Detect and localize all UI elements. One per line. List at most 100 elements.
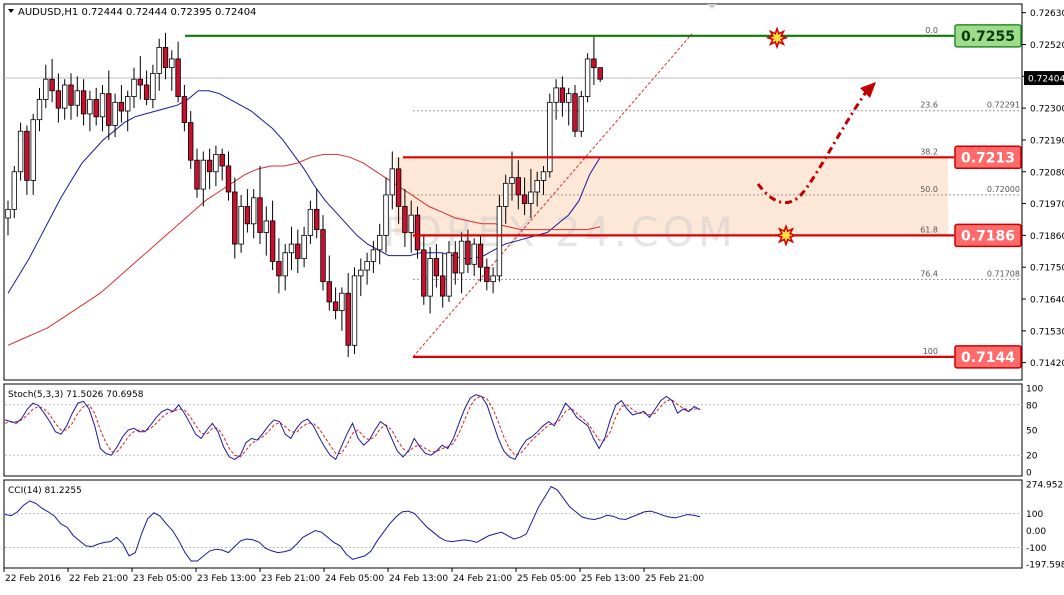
fib-price-label: 0.72000 (987, 185, 1020, 194)
candle-body (515, 177, 521, 196)
candle-body (566, 93, 572, 103)
candle (496, 194, 503, 282)
candle-body (509, 177, 515, 184)
candle-body (219, 153, 225, 167)
candle (17, 122, 24, 181)
candle-body (263, 220, 269, 233)
candle-body (465, 240, 471, 265)
candle-body (421, 249, 427, 297)
candle-body (282, 252, 288, 277)
candle-body (137, 78, 143, 86)
candle-body (213, 153, 219, 173)
candle-body (288, 243, 295, 254)
chart-canvas[interactable]: FOREX 24.COM 0.023.6 0.7229138.250.0 0.720… (0, 0, 1064, 591)
price-tick-label: 0.72190 (1030, 136, 1064, 146)
trading-chart-window: FOREX 24.COM 0.0 23.6 0.72291 38.2 50.0 0.720… (0, 0, 1064, 591)
candle-body (452, 252, 458, 274)
candle-body (528, 191, 534, 204)
candle-body (597, 67, 603, 80)
fib-price-label: 0.71708 (987, 269, 1020, 278)
cci-tick-label: 0.00 (1026, 527, 1046, 537)
stoch-tick-label: 50 (1026, 427, 1038, 437)
price-level-badge[interactable]: 0.7213 (954, 145, 1022, 170)
price-level-badge-text: 0.7144 (961, 350, 1015, 366)
price-tick-label: 0.71970 (1030, 200, 1064, 210)
candle-body (156, 46, 162, 74)
candle-body (540, 171, 547, 181)
explosion-marker-icon (765, 26, 789, 50)
candle-body (446, 252, 452, 297)
candle-body (402, 206, 408, 233)
candle-body (24, 130, 30, 181)
explosion-marker-icon (774, 224, 798, 247)
candle-body (332, 301, 339, 311)
fib-level-label: 76.4 (920, 269, 938, 278)
time-tick-label: 25 Feb 05:00 (517, 574, 576, 584)
candle-body (427, 258, 433, 297)
candle-body (276, 261, 282, 277)
candle-body (250, 197, 257, 225)
candle-body (496, 206, 503, 277)
candle-body (395, 168, 402, 207)
price-tick-label: 0.72630 (1030, 9, 1064, 19)
candle-body (578, 96, 584, 132)
candle-body (143, 84, 150, 100)
candle-body (572, 93, 578, 132)
candle-body (43, 78, 49, 100)
time-tick-label: 24 Feb 21:00 (453, 574, 512, 584)
candle-body (194, 159, 200, 190)
candle-body (358, 269, 364, 277)
price-level-badge[interactable]: 0.7186 (954, 223, 1022, 248)
candle (351, 267, 358, 354)
fib-level-label: 0.0 (925, 26, 938, 35)
candle-body (559, 87, 566, 103)
cci-tick-label: -100 (1026, 544, 1047, 554)
symbol-line: AUDUSD,H1 0.72444 0.72444 0.72395 0.7240… (18, 7, 256, 18)
time-tick-label: 23 Feb 21:00 (261, 574, 320, 584)
candle-body (591, 58, 597, 69)
candle-body (150, 73, 156, 100)
candle-body (112, 101, 118, 126)
candle-body (206, 159, 213, 173)
candle-body (547, 101, 553, 173)
candle-body (408, 214, 414, 233)
candle-body (232, 191, 238, 245)
candle-body (269, 220, 276, 262)
candle-body (87, 99, 93, 115)
candle-body (307, 208, 314, 236)
candle-body (364, 261, 370, 271)
time-tick-label: 25 Feb 13:00 (581, 574, 640, 584)
candle-body (295, 243, 301, 259)
candle-body (74, 90, 80, 106)
candle-body (553, 87, 559, 103)
candle-body (301, 234, 307, 259)
candle-body (131, 78, 137, 97)
price-level-badge[interactable]: 0.7255 (954, 24, 1022, 48)
time-tick-label: 23 Feb 05:00 (133, 574, 192, 584)
candle-body (345, 292, 351, 346)
candle-body (439, 275, 446, 297)
candle-body (238, 206, 244, 245)
price-level-badge[interactable]: 0.7144 (954, 345, 1022, 369)
candle-body (225, 165, 232, 193)
candle-body (200, 159, 206, 190)
fib-level-label: 50.0 (920, 185, 938, 194)
candle-body (99, 93, 106, 118)
candle-body (370, 249, 377, 262)
candle-body (383, 194, 389, 236)
candle-body (484, 266, 490, 283)
candle-body (36, 99, 43, 121)
candle-body (502, 182, 509, 207)
price-tick-label: 0.72080 (1030, 168, 1064, 178)
candle-body (49, 78, 55, 92)
price-tick-label: 0.71750 (1030, 264, 1064, 274)
candle-body (175, 58, 181, 97)
candle-body (68, 84, 74, 106)
candle-body (257, 197, 263, 233)
time-tick-label: 25 Feb 21:00 (645, 574, 704, 584)
price-tick-label: 0.71530 (1030, 327, 1064, 337)
price-tick-label: 0.72520 (1030, 41, 1064, 51)
cci-label: CCI(14) 81.2255 (8, 486, 82, 496)
price-level-badge-text: 0.7255 (961, 29, 1015, 45)
stoch-tick-label: 100 (1026, 385, 1043, 395)
